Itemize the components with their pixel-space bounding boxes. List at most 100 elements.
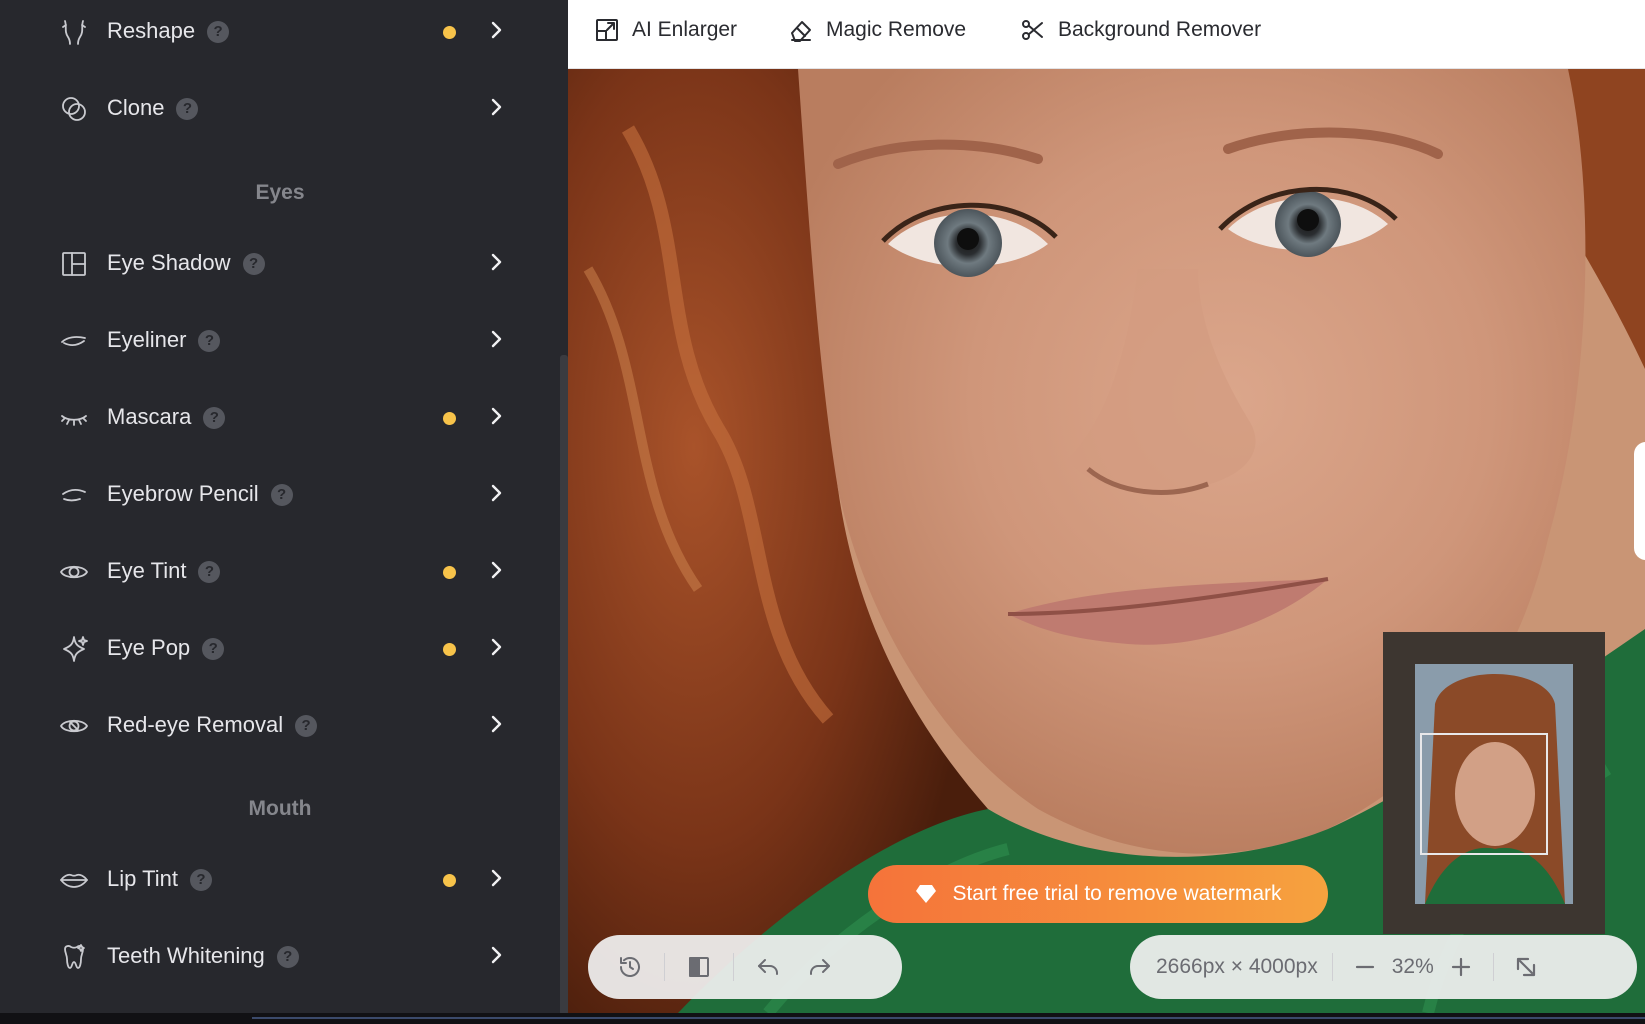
eyebrow-pencil-icon — [58, 479, 90, 511]
divider — [252, 1017, 1645, 1019]
chevron-right-icon — [484, 558, 508, 582]
divider — [664, 953, 665, 981]
enlarge-icon — [596, 19, 618, 41]
status-dot — [443, 643, 456, 656]
chevron-right-icon — [484, 943, 508, 967]
help-icon[interactable]: ? — [242, 252, 265, 275]
watermark-cta-label: Start free trial to remove watermark — [952, 882, 1282, 905]
navigator-preview — [1415, 664, 1573, 904]
sidebar-scrollbar[interactable] — [560, 355, 568, 1013]
status-dot — [443, 26, 456, 39]
chevron-right-icon — [484, 95, 508, 119]
history-controls — [588, 935, 902, 999]
mascara-icon — [58, 402, 90, 434]
tool-eye-pop[interactable]: Eye Pop? — [0, 618, 530, 678]
top-toolbar: AI Enlarger Magic Remove Background Remo… — [568, 0, 1645, 69]
divider — [733, 953, 734, 981]
tool-eye-shadow[interactable]: Eye Shadow? — [0, 233, 530, 293]
status-dot — [443, 566, 456, 579]
scissors-icon — [1022, 20, 1043, 40]
compare-button[interactable] — [673, 941, 725, 993]
help-icon[interactable]: ? — [295, 714, 318, 737]
redo-icon — [810, 959, 830, 975]
tool-label: Red-eye Removal — [107, 712, 284, 737]
reshape-icon — [58, 16, 90, 48]
help-icon[interactable]: ? — [176, 97, 199, 120]
zoom-controls: 2666px × 4000px 32% — [1130, 935, 1637, 999]
eye-tint-icon — [58, 556, 90, 588]
help-icon[interactable]: ? — [198, 329, 221, 352]
tool-label: Reshape — [107, 18, 196, 43]
clone-icon — [58, 93, 90, 125]
section-heading-mouth: Mouth — [248, 797, 312, 820]
right-panel-tab[interactable] — [1634, 442, 1645, 560]
photo-canvas[interactable]: Start free trial to remove watermark 266… — [568, 69, 1645, 1013]
tool-eyeliner[interactable]: Eyeliner? — [0, 310, 530, 370]
tool-label: Eyeliner — [107, 327, 187, 352]
image-dimensions: 2666px × 4000px — [1156, 955, 1318, 978]
undo-button[interactable] — [742, 941, 794, 993]
history-button[interactable] — [604, 941, 656, 993]
lip-tint-icon — [58, 864, 90, 896]
zoom-out-button[interactable] — [1347, 949, 1383, 985]
background-remover-label: Background Remover — [1058, 18, 1262, 41]
tool-red-eye-removal[interactable]: Red-eye Removal? — [0, 695, 530, 755]
red-eye-removal-icon — [58, 710, 90, 742]
tool-label: Mascara — [107, 404, 192, 429]
chevron-right-icon — [484, 481, 508, 505]
zoom-level: 32% — [1391, 955, 1434, 978]
magic-remove-label: Magic Remove — [826, 18, 967, 41]
tool-label: Clone — [107, 95, 165, 120]
eye-shadow-icon — [58, 248, 90, 280]
diamond-icon — [916, 885, 937, 903]
redo-button[interactable] — [794, 941, 846, 993]
tool-label: Lip Tint — [107, 866, 178, 891]
tools-sidebar: Reshape? Clone? Eyes Eye Shadow? Eyeline… — [0, 0, 568, 1013]
tool-label: Eye Shadow — [107, 250, 231, 275]
chevron-right-icon — [484, 250, 508, 274]
navigator-thumbnail[interactable] — [1383, 632, 1605, 934]
tool-label: Eyebrow Pencil — [107, 481, 259, 506]
tool-clone[interactable]: Clone? — [0, 78, 530, 138]
ai-enlarger-button[interactable]: AI Enlarger — [594, 17, 737, 43]
ai-enlarger-label: AI Enlarger — [632, 18, 738, 41]
tool-lip-tint[interactable]: Lip Tint? — [0, 849, 530, 909]
tool-reshape[interactable]: Reshape? — [0, 1, 530, 61]
help-icon[interactable]: ? — [276, 945, 299, 968]
status-dot — [443, 412, 456, 425]
chevron-right-icon — [484, 866, 508, 890]
chevron-right-icon — [484, 18, 508, 42]
fit-screen-button[interactable] — [1508, 949, 1544, 985]
teeth-whitening-icon — [58, 941, 90, 973]
tool-label: Eye Tint — [107, 558, 187, 583]
divider — [1331, 953, 1333, 981]
zoom-in-button[interactable] — [1443, 949, 1479, 985]
minus-icon — [1355, 965, 1374, 969]
help-icon[interactable]: ? — [207, 20, 230, 43]
chevron-right-icon — [484, 635, 508, 659]
remove-watermark-button[interactable]: Start free trial to remove watermark — [868, 865, 1328, 923]
fit-screen-icon — [1516, 957, 1535, 977]
help-icon[interactable]: ? — [189, 868, 212, 891]
status-dot — [443, 874, 456, 887]
help-icon[interactable]: ? — [270, 483, 293, 506]
undo-icon — [758, 959, 778, 975]
plus-icon — [1451, 957, 1470, 977]
tool-teeth-whitening[interactable]: Teeth Whitening? — [0, 926, 530, 986]
tool-label: Teeth Whitening — [107, 943, 265, 968]
compare-icon — [689, 957, 709, 977]
chevron-right-icon — [484, 327, 508, 351]
help-icon[interactable]: ? — [198, 560, 221, 583]
tool-eye-tint[interactable]: Eye Tint? — [0, 541, 530, 601]
history-icon — [620, 957, 640, 977]
bottom-strip — [0, 1013, 1645, 1024]
eye-pop-icon — [58, 633, 90, 665]
eraser-icon — [791, 21, 811, 42]
help-icon[interactable]: ? — [203, 406, 226, 429]
help-icon[interactable]: ? — [202, 637, 225, 660]
tool-eyebrow-pencil[interactable]: Eyebrow Pencil? — [0, 464, 530, 524]
eyeliner-icon — [58, 325, 90, 357]
magic-remove-button[interactable]: Magic Remove — [788, 17, 966, 43]
tool-mascara[interactable]: Mascara? — [0, 387, 530, 447]
background-remover-button[interactable]: Background Remover — [1020, 17, 1261, 43]
